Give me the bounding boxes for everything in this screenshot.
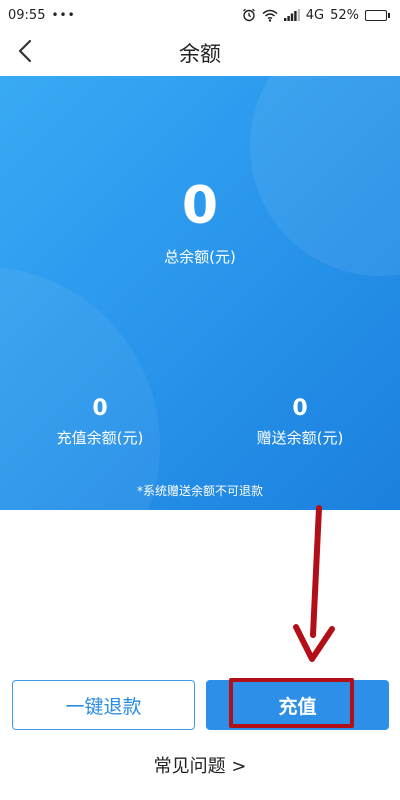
status-bar: 09:55 ••• 4G 52% (0, 0, 400, 30)
battery-icon (365, 9, 390, 21)
total-balance-value: 0 (181, 176, 219, 236)
recharge-button[interactable]: 充值 (206, 680, 389, 730)
wifi-icon (262, 9, 278, 22)
decorative-circle (0, 266, 160, 510)
total-balance-label: 总余额(元) (164, 248, 236, 266)
annotation-arrow (293, 505, 335, 662)
alarm-icon (242, 8, 256, 22)
recharge-balance-block: 0 充值余额(元) (0, 396, 200, 448)
faq-link[interactable]: 常见问题 > (0, 752, 400, 778)
status-right: 4G 52% (242, 8, 390, 23)
battery-percent: 52% (330, 7, 359, 23)
page-title: 余额 (179, 42, 221, 66)
refund-note: *系统赠送余额不可退款 (136, 484, 263, 498)
gift-balance-block: 0 赠送余额(元) (200, 396, 400, 448)
gift-balance-value: 0 (292, 396, 308, 421)
nav-bar: 余额 (0, 30, 400, 76)
status-left: 09:55 ••• (8, 8, 76, 23)
refund-button[interactable]: 一键退款 (12, 680, 195, 730)
network-type: 4G (305, 7, 325, 23)
recharge-balance-label: 充值余额(元) (56, 429, 144, 447)
recharge-balance-value: 0 (92, 396, 108, 421)
signal-icon (283, 9, 300, 21)
balance-card: 0 总余额(元) 0 充值余额(元) 0 赠送余额(元) *系统赠送余额不可退款 (0, 76, 400, 510)
status-more-dots: ••• (51, 8, 76, 22)
status-time: 09:55 (8, 7, 46, 23)
gift-balance-label: 赠送余额(元) (256, 429, 344, 447)
